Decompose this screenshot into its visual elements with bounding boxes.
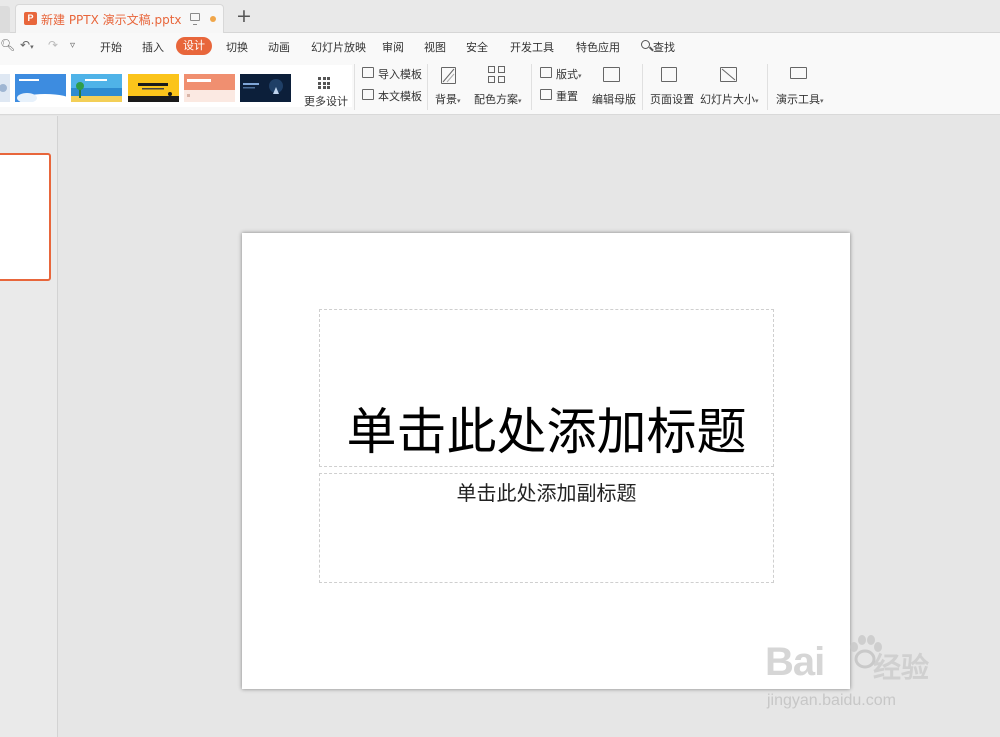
menu-transitions[interactable]: 切换 xyxy=(226,39,248,55)
baidu-jingyan-watermark: Bai 经验 jingyan.baidu.com xyxy=(765,630,985,720)
ribbon-separator xyxy=(767,64,768,110)
menu-insert[interactable]: 插入 xyxy=(142,39,164,55)
background-label: 背景 xyxy=(435,93,457,106)
menu-design[interactable]: 设计 xyxy=(176,37,212,55)
template-thumbnail[interactable] xyxy=(240,74,291,102)
ribbon-separator xyxy=(354,64,355,110)
menu-developer-tools[interactable]: 开发工具 xyxy=(510,39,554,55)
watermark-url: jingyan.baidu.com xyxy=(767,692,896,709)
edit-master-icon[interactable] xyxy=(603,67,620,82)
reset-button[interactable]: 重置 xyxy=(556,88,578,104)
more-design-button[interactable]: 更多设计 xyxy=(304,93,348,109)
reset-icon[interactable] xyxy=(540,89,552,100)
layout-icon[interactable] xyxy=(540,67,552,78)
presentation-tools-button[interactable]: 演示工具▾ xyxy=(776,91,824,107)
title-bar: P 新建 PPTX 演示文稿.pptx + xyxy=(0,0,1000,33)
edit-master-button[interactable]: 编辑母版 xyxy=(592,91,636,107)
presentation-tools-label: 演示工具 xyxy=(776,93,820,106)
background-icon[interactable] xyxy=(441,67,456,84)
template-thumbnail[interactable] xyxy=(15,74,66,102)
menu-security[interactable]: 安全 xyxy=(466,39,488,55)
watermark-brand-2: 经验 xyxy=(873,651,930,684)
monitor-icon[interactable] xyxy=(190,13,200,25)
ribbon-separator xyxy=(531,64,532,110)
template-thumbnail[interactable] xyxy=(184,74,235,102)
subtitle-placeholder-text: 单击此处添加副标题 xyxy=(456,481,637,505)
menu-bar: 🔍︎ ↶▾ ↷ ▿ 开始 插入 设计 切换 动画 幻灯片放映 审阅 视图 安全 … xyxy=(0,33,1000,60)
template-thumbnail[interactable] xyxy=(0,74,10,102)
title-placeholder[interactable]: 单击此处添加标题 xyxy=(319,309,774,467)
slide-size-icon[interactable] xyxy=(720,67,737,82)
ribbon-separator xyxy=(642,64,643,110)
presentation-tools-icon[interactable] xyxy=(790,67,807,79)
redo-icon[interactable]: ↷ xyxy=(48,38,58,52)
more-design-grid-icon[interactable] xyxy=(318,77,330,89)
import-template-icon[interactable] xyxy=(362,67,374,78)
current-slide[interactable]: 单击此处添加标题 单击此处添加副标题 xyxy=(242,233,850,689)
menu-animations[interactable]: 动画 xyxy=(268,39,290,55)
page-setup-icon[interactable] xyxy=(661,67,677,82)
print-preview-icon[interactable]: 🔍︎ xyxy=(0,38,15,52)
slide-size-label: 幻灯片大小 xyxy=(700,93,755,106)
ribbon-separator xyxy=(427,64,428,110)
undo-icon[interactable]: ↶▾ xyxy=(20,38,34,52)
layout-button[interactable]: 版式▾ xyxy=(556,66,582,82)
background-button[interactable]: 背景▾ xyxy=(435,91,461,107)
template-thumbnail[interactable] xyxy=(71,74,122,102)
pptx-file-icon: P xyxy=(24,12,37,25)
customize-toolbar-icon[interactable]: ▿ xyxy=(70,40,75,51)
color-scheme-icon[interactable] xyxy=(488,66,506,84)
menu-review[interactable]: 审阅 xyxy=(382,39,404,55)
page-setup-button[interactable]: 页面设置 xyxy=(650,91,694,107)
slide-thumbnail-pane xyxy=(0,116,58,737)
menu-search-label[interactable]: 查找 xyxy=(653,39,675,55)
color-scheme-label: 配色方案 xyxy=(474,93,518,106)
new-tab-plus-icon[interactable]: + xyxy=(236,5,252,27)
slide-thumbnail-1[interactable] xyxy=(0,153,51,281)
menu-home[interactable]: 开始 xyxy=(100,39,122,55)
search-icon[interactable] xyxy=(641,40,650,49)
this-template-button[interactable]: 本文模板 xyxy=(378,88,422,104)
import-template-button[interactable]: 导入模板 xyxy=(378,66,422,82)
menu-view[interactable]: 视图 xyxy=(424,39,446,55)
color-scheme-button[interactable]: 配色方案▾ xyxy=(474,91,522,107)
layout-label: 版式 xyxy=(556,68,578,81)
design-template-gallery: 更多设计 xyxy=(0,65,352,109)
title-placeholder-text: 单击此处添加标题 xyxy=(346,403,747,461)
subtitle-placeholder[interactable]: 单击此处添加副标题 xyxy=(319,473,774,583)
menu-slideshow[interactable]: 幻灯片放映 xyxy=(311,39,366,55)
design-ribbon: 更多设计 导入模板 本文模板 背景▾ 配色方案▾ 版式▾ 重置 编辑母版 页面设… xyxy=(0,60,1000,115)
watermark-brand: Bai xyxy=(765,640,825,684)
this-template-icon[interactable] xyxy=(362,89,374,100)
document-tab-title: 新建 PPTX 演示文稿.pptx xyxy=(41,13,182,27)
menu-special-apps[interactable]: 特色应用 xyxy=(576,39,620,55)
slide-size-button[interactable]: 幻灯片大小▾ xyxy=(700,91,759,107)
unsaved-dot-icon xyxy=(210,16,216,22)
previous-tab-stub[interactable] xyxy=(0,6,10,33)
template-thumbnail[interactable] xyxy=(128,74,179,102)
document-tab[interactable]: P 新建 PPTX 演示文稿.pptx xyxy=(15,4,224,33)
